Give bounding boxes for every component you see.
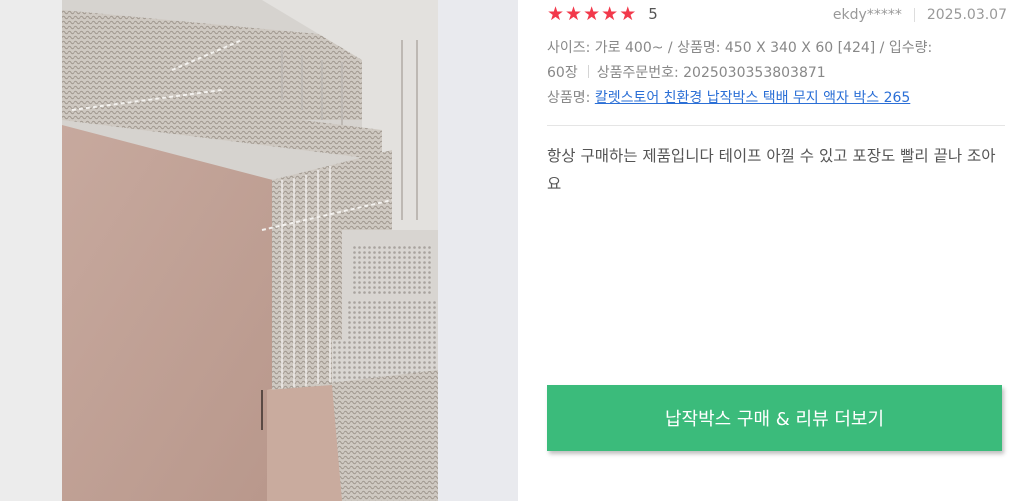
product-name-link[interactable]: 칼렛스토어 친환경 납작박스 택배 무지 액자 박스 265	[595, 90, 910, 106]
review-meta: ekdy***** 2025.03.07	[833, 7, 1007, 23]
left-gutter	[0, 0, 62, 501]
rating-value: 5	[648, 5, 658, 23]
review-page: ★ ★ ★ ★ ★ 5 ekdy***** 2025.03.07 사이즈: 가로…	[0, 0, 1024, 501]
star-rating: ★ ★ ★ ★ ★	[547, 4, 636, 24]
product-name-label: 상품명:	[547, 90, 595, 106]
star-icon: ★	[583, 3, 601, 25]
order-number: 상품주문번호: 2025030353803871	[596, 65, 826, 81]
star-icon: ★	[619, 3, 637, 25]
author-name: ekdy*****	[832, 7, 902, 23]
star-icon: ★	[565, 3, 583, 25]
cardboard-boxes-image	[62, 0, 438, 501]
more-reviews-button[interactable]: 납작박스 구매 & 리뷰 더보기	[547, 385, 1002, 451]
review-photo[interactable]	[62, 0, 438, 501]
options-line-2: 60장 상품주문번호: 2025030353803871	[547, 61, 1005, 86]
review-content: 항상 구매하는 제품입니다 테이프 아낄 수 있고 포장도 빨리 끝나 조아요	[547, 147, 996, 193]
review-panel: ★ ★ ★ ★ ★ 5 ekdy***** 2025.03.07 사이즈: 가로…	[547, 0, 1007, 501]
options-line-3: 상품명: 칼렛스토어 친환경 납작박스 택배 무지 액자 박스 265	[547, 86, 1005, 111]
star-icon: ★	[547, 3, 565, 25]
quantity-value: 60장	[547, 65, 578, 81]
options-line-1: 사이즈: 가로 400~ / 상품명: 450 X 340 X 60 [424]…	[547, 40, 933, 56]
purchase-options: 사이즈: 가로 400~ / 상품명: 450 X 340 X 60 [424]…	[547, 36, 1005, 111]
options-divider	[587, 65, 589, 78]
meta-divider	[913, 8, 915, 22]
review-date: 2025.03.07	[926, 7, 1007, 23]
section-divider	[547, 125, 1005, 126]
rating-row: ★ ★ ★ ★ ★ 5 ekdy***** 2025.03.07	[547, 2, 1007, 26]
star-icon: ★	[601, 3, 619, 25]
right-gutter	[438, 0, 518, 501]
